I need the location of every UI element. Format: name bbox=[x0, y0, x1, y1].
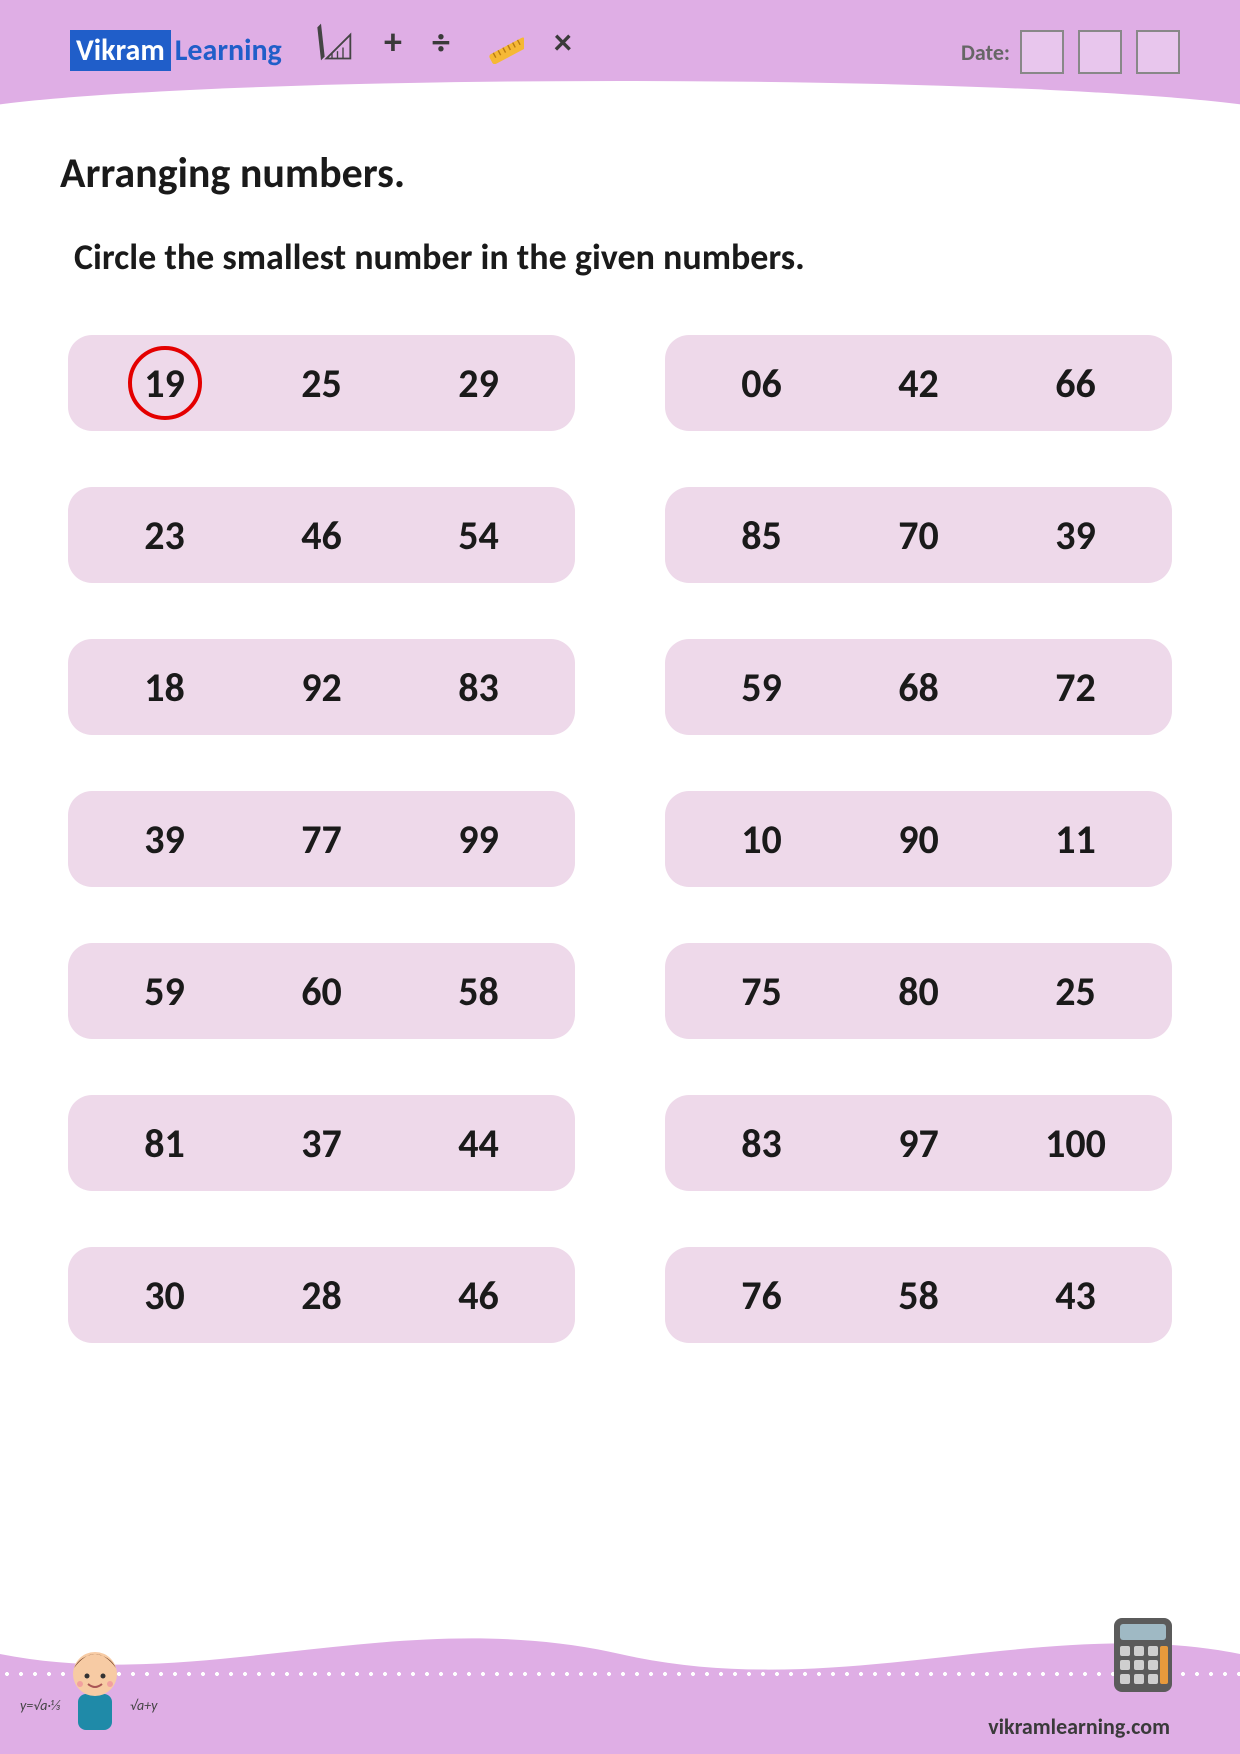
date-box-2[interactable] bbox=[1078, 30, 1122, 74]
number-value[interactable]: 59 bbox=[130, 967, 200, 1016]
times-icon: × bbox=[554, 20, 572, 64]
number-value[interactable]: 59 bbox=[727, 663, 797, 712]
number-value[interactable]: 85 bbox=[727, 511, 797, 560]
number-value[interactable]: 92 bbox=[287, 663, 357, 712]
number-value[interactable]: 37 bbox=[287, 1119, 357, 1168]
number-value[interactable]: 30 bbox=[130, 1271, 200, 1320]
brand-logo: Vikram Learning bbox=[70, 30, 286, 71]
number-value[interactable]: 19 bbox=[130, 359, 200, 408]
number-card[interactable]: 59 60 58 bbox=[68, 943, 575, 1039]
number-grid: 19 25 29 06 42 66 23 46 54 85 70 39 18 92 83 59 68 72 39 77… bbox=[60, 335, 1180, 1343]
number-card[interactable]: 81 37 44 bbox=[68, 1095, 575, 1191]
number-value[interactable]: 11 bbox=[1041, 815, 1111, 864]
number-card[interactable]: 59 68 72 bbox=[665, 639, 1172, 735]
number-card[interactable]: 75 80 25 bbox=[665, 943, 1172, 1039]
plus-icon: + bbox=[384, 20, 402, 64]
number-value[interactable]: 29 bbox=[444, 359, 514, 408]
formula-decor-2: √a+y bbox=[130, 1697, 157, 1714]
number-value[interactable]: 25 bbox=[1041, 967, 1111, 1016]
number-value[interactable]: 83 bbox=[444, 663, 514, 712]
student-icon bbox=[50, 1634, 140, 1734]
date-label: Date: bbox=[961, 39, 1010, 66]
number-card[interactable]: 39 77 99 bbox=[68, 791, 575, 887]
number-value[interactable]: 23 bbox=[130, 511, 200, 560]
number-value[interactable]: 70 bbox=[884, 511, 954, 560]
number-value[interactable]: 58 bbox=[884, 1271, 954, 1320]
number-value[interactable]: 66 bbox=[1041, 359, 1111, 408]
number-value[interactable]: 46 bbox=[287, 511, 357, 560]
number-value[interactable]: 46 bbox=[444, 1271, 514, 1320]
number-value[interactable]: 18 bbox=[130, 663, 200, 712]
number-value[interactable]: 90 bbox=[884, 815, 954, 864]
number-value[interactable]: 81 bbox=[130, 1119, 200, 1168]
number-card[interactable]: 06 42 66 bbox=[665, 335, 1172, 431]
number-card[interactable]: 83 97 100 bbox=[665, 1095, 1172, 1191]
divide-icon: ÷ bbox=[432, 20, 450, 64]
date-box-1[interactable] bbox=[1020, 30, 1064, 74]
number-value[interactable]: 68 bbox=[884, 663, 954, 712]
page-title: Arranging numbers. bbox=[60, 148, 1180, 199]
number-value[interactable]: 99 bbox=[444, 815, 514, 864]
number-value[interactable]: 60 bbox=[287, 967, 357, 1016]
number-value[interactable]: 77 bbox=[287, 815, 357, 864]
number-value[interactable]: 44 bbox=[444, 1119, 514, 1168]
number-card[interactable]: 30 28 46 bbox=[68, 1247, 575, 1343]
formula-decor-1: y=√a·⅓ bbox=[20, 1697, 60, 1714]
number-card[interactable]: 85 70 39 bbox=[665, 487, 1172, 583]
brand-part-2: Learning bbox=[171, 30, 286, 71]
number-value[interactable]: 76 bbox=[727, 1271, 797, 1320]
calculator-icon bbox=[1112, 1616, 1174, 1694]
number-value[interactable]: 97 bbox=[884, 1119, 954, 1168]
number-card[interactable]: 19 25 29 bbox=[68, 335, 575, 431]
number-value[interactable]: 06 bbox=[727, 359, 797, 408]
number-value[interactable]: 83 bbox=[727, 1119, 797, 1168]
brand-part-1: Vikram bbox=[70, 30, 171, 71]
number-card[interactable]: 23 46 54 bbox=[68, 487, 575, 583]
number-card[interactable]: 18 92 83 bbox=[68, 639, 575, 735]
page-subtitle: Circle the smallest number in the given … bbox=[60, 235, 1180, 279]
number-value[interactable]: 100 bbox=[1041, 1119, 1111, 1168]
footer-dots bbox=[0, 1672, 1240, 1676]
number-value[interactable]: 75 bbox=[727, 967, 797, 1016]
number-card[interactable]: 10 90 11 bbox=[665, 791, 1172, 887]
number-value[interactable]: 39 bbox=[1041, 511, 1111, 560]
number-value[interactable]: 10 bbox=[727, 815, 797, 864]
date-boxes bbox=[1020, 30, 1180, 74]
header-math-icons: + ÷ × bbox=[310, 20, 572, 64]
number-value[interactable]: 25 bbox=[287, 359, 357, 408]
date-field: Date: bbox=[961, 30, 1180, 74]
number-value[interactable]: 72 bbox=[1041, 663, 1111, 712]
footer-url: vikramlearning.com bbox=[988, 1713, 1170, 1740]
number-value[interactable]: 28 bbox=[287, 1271, 357, 1320]
number-value[interactable]: 58 bbox=[444, 967, 514, 1016]
number-value[interactable]: 43 bbox=[1041, 1271, 1111, 1320]
number-card[interactable]: 76 58 43 bbox=[665, 1247, 1172, 1343]
pencil-triangle-icon bbox=[310, 20, 354, 64]
number-value[interactable]: 42 bbox=[884, 359, 954, 408]
number-value[interactable]: 80 bbox=[884, 967, 954, 1016]
date-box-3[interactable] bbox=[1136, 30, 1180, 74]
number-value[interactable]: 54 bbox=[444, 511, 514, 560]
ruler-icon bbox=[480, 20, 524, 64]
number-value[interactable]: 39 bbox=[130, 815, 200, 864]
